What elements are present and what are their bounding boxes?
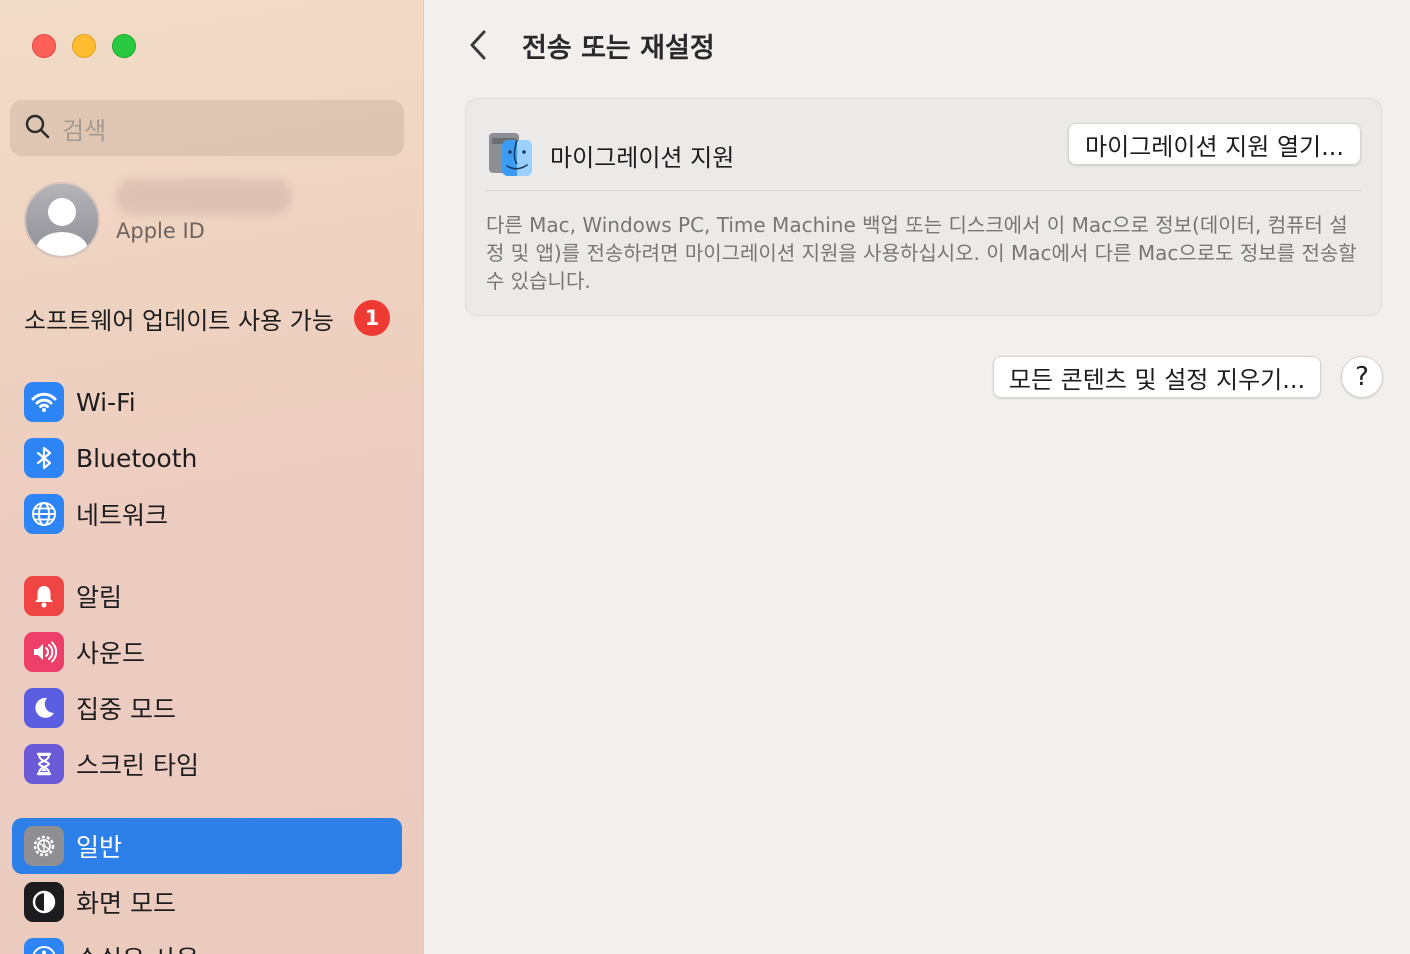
sidebar-item-label: 네트워크 bbox=[76, 501, 169, 530]
sidebar-item-screen-time[interactable]: 스크린 타임 bbox=[12, 736, 402, 792]
search-placeholder: 검색 bbox=[62, 116, 107, 145]
sidebar: 검색 Apple ID 소프트웨어 업데이트 사용 가능 1 Wi-Fi Blu… bbox=[0, 0, 424, 954]
open-migration-assistant-button[interactable]: 마이그레이션 지원 열기... bbox=[1068, 123, 1361, 165]
migration-assistant-icon bbox=[486, 130, 536, 180]
zoom-window-button[interactable] bbox=[112, 34, 136, 58]
migration-assistant-card: 마이그레이션 지원 마이그레이션 지원 열기... 다른 Mac, Window… bbox=[465, 98, 1382, 316]
bluetooth-icon bbox=[24, 438, 64, 478]
accessibility-icon bbox=[24, 938, 64, 954]
sidebar-item-appearance[interactable]: 화면 모드 bbox=[12, 874, 402, 930]
sidebar-item-network[interactable]: 네트워크 bbox=[12, 486, 402, 542]
sidebar-item-label: 알림 bbox=[76, 583, 123, 612]
sidebar-item-wifi[interactable]: Wi-Fi bbox=[12, 374, 402, 430]
search-icon bbox=[24, 113, 50, 143]
account-name-redacted bbox=[116, 179, 292, 215]
apple-id-account[interactable]: Apple ID bbox=[24, 179, 292, 258]
back-button[interactable] bbox=[463, 28, 493, 62]
sidebar-item-label: 손쉬운 사용 bbox=[76, 940, 199, 954]
sidebar-item-label: 집중 모드 bbox=[76, 695, 176, 724]
divider bbox=[486, 190, 1361, 191]
avatar bbox=[24, 182, 100, 258]
globe-icon bbox=[24, 494, 64, 534]
hourglass-icon bbox=[24, 744, 64, 784]
main-content: 전송 또는 재설정 마이그레이션 지원 마이그레이션 지원 열기... 다른 M… bbox=[425, 0, 1410, 954]
minimize-window-button[interactable] bbox=[72, 34, 96, 58]
sidebar-item-general[interactable]: 일반 bbox=[12, 818, 402, 874]
sidebar-item-label: 사운드 bbox=[76, 639, 146, 668]
search-input[interactable]: 검색 bbox=[10, 100, 404, 156]
appearance-icon bbox=[24, 882, 64, 922]
chevron-left-icon bbox=[470, 30, 486, 60]
sidebar-item-accessibility[interactable]: 손쉬운 사용 bbox=[12, 930, 402, 954]
sidebar-item-label: Bluetooth bbox=[76, 443, 198, 473]
migration-assistant-description: 다른 Mac, Windows PC, Time Machine 백업 또는 디… bbox=[486, 213, 1357, 293]
moon-icon bbox=[24, 688, 64, 728]
apple-id-label: Apple ID bbox=[116, 219, 205, 243]
sidebar-item-label: Wi-Fi bbox=[76, 387, 136, 417]
migration-assistant-label: 마이그레이션 지원 bbox=[550, 143, 735, 172]
sidebar-item-bluetooth[interactable]: Bluetooth bbox=[12, 430, 402, 486]
close-window-button[interactable] bbox=[32, 34, 56, 58]
update-count-badge: 1 bbox=[354, 300, 390, 336]
sidebar-item-sound[interactable]: 사운드 bbox=[12, 624, 402, 680]
sidebar-item-notifications[interactable]: 알림 bbox=[12, 568, 402, 624]
sidebar-item-label: 스크린 타임 bbox=[76, 751, 199, 780]
gear-icon bbox=[24, 826, 64, 866]
help-button[interactable]: ? bbox=[1341, 356, 1383, 398]
wifi-icon bbox=[24, 382, 64, 422]
sidebar-item-focus[interactable]: 집중 모드 bbox=[12, 680, 402, 736]
page-title: 전송 또는 재설정 bbox=[522, 33, 715, 64]
bell-icon bbox=[24, 576, 64, 616]
speaker-icon bbox=[24, 632, 64, 672]
software-update-item[interactable]: 소프트웨어 업데이트 사용 가능 1 bbox=[24, 300, 390, 336]
software-update-label: 소프트웨어 업데이트 사용 가능 bbox=[24, 306, 334, 335]
sidebar-item-label: 일반 bbox=[76, 833, 123, 862]
sidebar-item-label: 화면 모드 bbox=[76, 889, 176, 918]
window-controls bbox=[32, 34, 136, 58]
erase-all-content-button[interactable]: 모든 콘텐츠 및 설정 지우기... bbox=[993, 356, 1321, 398]
